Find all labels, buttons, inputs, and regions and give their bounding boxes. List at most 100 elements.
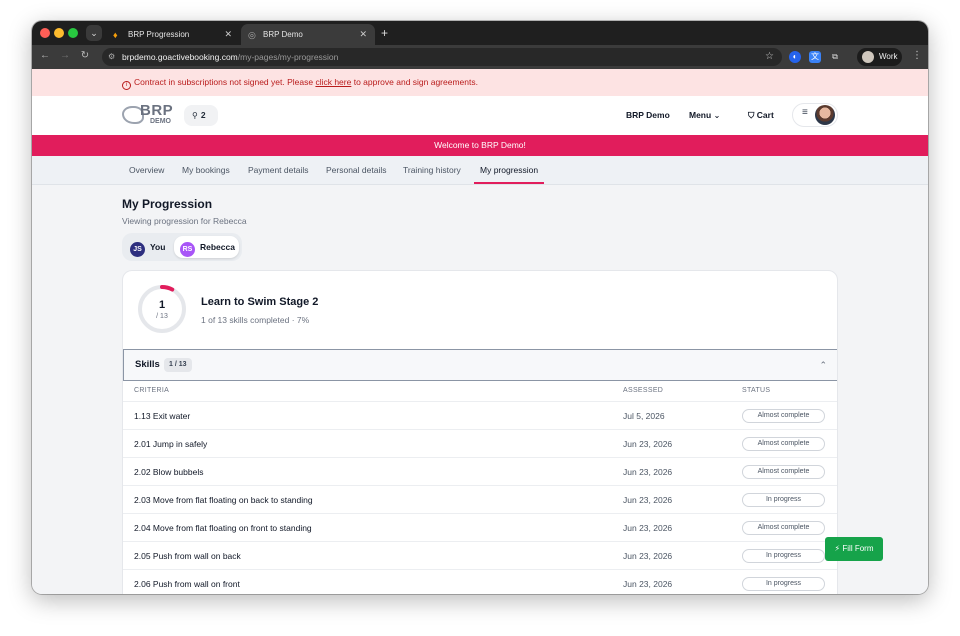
approve-agreements-link[interactable]: click here xyxy=(315,77,351,87)
course-progress-card: 1 / 13 Learn to Swim Stage 2 1 of 13 ski… xyxy=(122,270,838,594)
column-header-assessed: ASSESSED xyxy=(623,387,664,394)
person-initials-avatar: RS xyxy=(180,242,195,257)
alert-text-after: to approve and sign agreements. xyxy=(351,77,478,87)
site-name-link[interactable]: BRP Demo xyxy=(626,96,670,135)
browser-toolbar: ← → ↻ ⚙ brpdemo.goactivebooking.com/my-p… xyxy=(32,45,928,69)
browser-tab-title: BRP Demo xyxy=(263,30,303,39)
skill-criteria: 2.02 Blow bubbels xyxy=(134,467,204,477)
tab-strip: ⌄ ♦ BRP Progression ✕ ◎ BRP Demo ✕ + xyxy=(32,21,928,45)
status-badge: Almost complete xyxy=(742,437,825,451)
back-arrow-icon[interactable]: ← xyxy=(38,50,52,61)
fill-form-label: Fill Form xyxy=(842,544,874,553)
chevron-up-icon[interactable]: ⌃ xyxy=(819,350,827,380)
alert-text-before: Contract in subscriptions not signed yet… xyxy=(134,77,316,87)
skill-criteria: 1.13 Exit water xyxy=(134,411,191,421)
skills-count-badge: 1 / 13 xyxy=(164,358,192,372)
skill-criteria: 2.03 Move from flat floating on back to … xyxy=(134,495,313,505)
skill-criteria: 2.01 Jump in safely xyxy=(134,439,208,449)
skill-assessed-date: Jun 23, 2026 xyxy=(623,523,673,533)
zoom-window-button[interactable] xyxy=(68,28,78,38)
skills-completed-count: 1 xyxy=(158,299,166,311)
translate-extension-icon[interactable]: 文 xyxy=(809,51,821,63)
browser-tab-brp-progression[interactable]: ♦ BRP Progression ✕ xyxy=(106,24,240,45)
site-header: BRP DEMO ⚲ 2 BRP Demo Menu ⌄ ⛉ Cart ≡ xyxy=(32,96,928,135)
browser-window: ⌄ ♦ BRP Progression ✕ ◎ BRP Demo ✕ + ← →… xyxy=(32,21,928,594)
menu-label: Menu xyxy=(689,110,712,120)
tab-training-history[interactable]: Training history xyxy=(403,156,461,184)
tab-my-bookings[interactable]: My bookings xyxy=(182,156,230,184)
table-row: 2.06 Push from wall on front Jun 23, 202… xyxy=(123,569,837,594)
profile-avatar xyxy=(862,51,874,63)
extensions-puzzle-icon[interactable]: ⧉ xyxy=(829,51,841,63)
extension-shield-icon[interactable]: ◐ xyxy=(789,51,801,63)
skill-criteria: 2.04 Move from flat floating on front to… xyxy=(134,523,312,533)
skill-assessed-date: Jun 23, 2026 xyxy=(623,439,673,449)
close-tab-icon[interactable]: ✕ xyxy=(224,24,232,45)
tab-payment-details[interactable]: Payment details xyxy=(248,156,308,184)
web-page: i Contract in subscriptions not signed ye… xyxy=(32,69,928,594)
logo-main-text: BRP xyxy=(140,102,174,119)
status-badge: In progress xyxy=(742,549,825,563)
menu-dropdown[interactable]: Menu ⌄ xyxy=(689,96,720,135)
skills-accordion-header[interactable]: Skills 1 / 13 ⌃ xyxy=(123,349,837,381)
account-menu-button[interactable]: ≡ xyxy=(792,103,838,127)
lightning-icon: ⚡ xyxy=(834,544,841,553)
person-name: You xyxy=(150,242,166,252)
tab-my-progression[interactable]: My progression xyxy=(474,156,545,184)
info-icon: i xyxy=(122,81,131,90)
logo-sub-text: DEMO xyxy=(150,118,171,125)
location-selector[interactable]: ⚲ 2 xyxy=(184,105,218,126)
table-row: 2.02 Blow bubbels Jun 23, 2026 Almost co… xyxy=(123,457,837,485)
chevron-down-icon: ⌄ xyxy=(713,111,721,120)
table-row: 2.01 Jump in safely Jun 23, 2026 Almost … xyxy=(123,429,837,457)
minimize-window-button[interactable] xyxy=(54,28,64,38)
profile-label: Work xyxy=(879,52,898,61)
status-badge: Almost complete xyxy=(742,409,825,423)
hamburger-icon: ≡ xyxy=(802,107,808,118)
welcome-banner: Welcome to BRP Demo! xyxy=(32,135,928,156)
site-settings-icon[interactable]: ⚙ xyxy=(108,48,115,66)
close-window-button[interactable] xyxy=(40,28,50,38)
browser-tab-brp-demo[interactable]: ◎ BRP Demo ✕ xyxy=(241,24,375,45)
tab-personal-details[interactable]: Personal details xyxy=(326,156,386,184)
person-option-you[interactable]: JS You xyxy=(130,236,175,258)
close-tab-icon[interactable]: ✕ xyxy=(359,24,367,45)
bookmark-star-icon[interactable]: ☆ xyxy=(765,48,774,66)
skill-assessed-date: Jun 23, 2026 xyxy=(623,467,673,477)
column-header-status: STATUS xyxy=(742,387,771,394)
tab-overview[interactable]: Overview xyxy=(129,156,164,184)
progress-ring: 1 / 13 xyxy=(137,284,187,334)
person-initials-avatar: JS xyxy=(130,242,145,257)
cart-link[interactable]: ⛉ Cart xyxy=(748,96,774,135)
progression-favicon-icon: ♦ xyxy=(113,30,118,40)
skill-assessed-date: Jun 23, 2026 xyxy=(623,495,673,505)
user-avatar xyxy=(815,105,835,125)
contract-alert: i Contract in subscriptions not signed ye… xyxy=(32,69,928,96)
url-host: brpdemo.goactivebooking.com xyxy=(122,52,238,62)
brp-logo[interactable]: BRP DEMO xyxy=(122,102,180,128)
skill-assessed-date: Jun 23, 2026 xyxy=(623,551,673,561)
browser-menu-kebab-icon[interactable]: ⋮ xyxy=(912,50,922,61)
person-option-rebecca[interactable]: RS Rebecca xyxy=(174,236,239,258)
browser-tab-title: BRP Progression xyxy=(128,30,190,39)
page-title: My Progression xyxy=(122,197,213,211)
reload-icon[interactable]: ↻ xyxy=(78,50,92,61)
location-pin-icon: ⚲ xyxy=(192,111,198,120)
profile-button[interactable]: Work xyxy=(857,48,902,66)
status-badge: Almost complete xyxy=(742,521,825,535)
course-title: Learn to Swim Stage 2 xyxy=(201,296,319,308)
table-row: 1.13 Exit water Jul 5, 2026 Almost compl… xyxy=(123,401,837,429)
skill-assessed-date: Jun 23, 2026 xyxy=(623,579,673,589)
cart-bag-icon: ⛉ xyxy=(748,110,755,120)
tab-search-chevron-down-icon[interactable]: ⌄ xyxy=(86,25,102,41)
page-subtitle: Viewing progression for Rebecca xyxy=(122,216,247,226)
fill-form-button[interactable]: ⚡ Fill Form xyxy=(825,537,883,561)
status-badge: Almost complete xyxy=(742,465,825,479)
address-bar[interactable]: ⚙ brpdemo.goactivebooking.com/my-pages/m… xyxy=(102,48,782,66)
forward-arrow-icon[interactable]: → xyxy=(58,50,72,61)
location-count: 2 xyxy=(200,110,206,120)
url-path: /my-pages/my-progression xyxy=(237,52,339,62)
new-tab-plus-icon[interactable]: + xyxy=(381,24,388,42)
person-name: Rebecca xyxy=(200,242,235,252)
table-row: 2.05 Push from wall on back Jun 23, 2026… xyxy=(123,541,837,569)
